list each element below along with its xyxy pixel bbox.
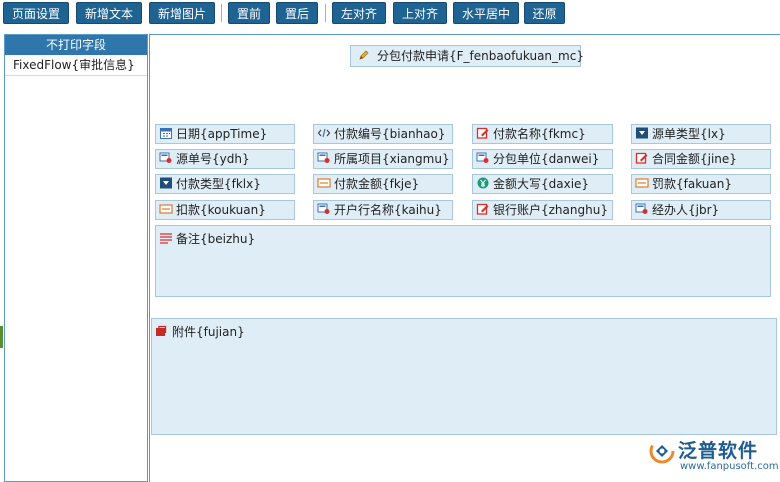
lookup-icon <box>476 152 489 163</box>
field-label: 银行账户{zhanghu} <box>493 203 608 217</box>
field-label: 备注{beizhu} <box>176 232 256 246</box>
align-left-button[interactable]: 左对齐 <box>332 2 386 24</box>
logo-name: 泛普软件 <box>678 440 759 462</box>
field-label: 日期{appTime} <box>176 127 268 141</box>
field-label: 付款名称{fkmc} <box>493 127 586 141</box>
field-xiangmu[interactable]: 所属项目{xiangmu} <box>313 149 453 169</box>
field-label: 金额大写{daxie} <box>493 177 590 191</box>
non-print-fields-panel: 不打印字段 FixedFlow{审批信息} <box>4 34 148 482</box>
field-label: 源单类型{lx} <box>652 127 726 141</box>
field-jine[interactable]: 合同金额{jine} <box>631 149 771 169</box>
company-logo: 泛普软件 www.fanpusoft.com <box>648 434 779 474</box>
attachment-icon <box>156 325 167 336</box>
field-daxie[interactable]: 金额大写{daxie} <box>472 174 613 194</box>
toolbar-separator <box>221 4 222 22</box>
field-ydh[interactable]: 源单号{ydh} <box>155 149 295 169</box>
logo-url: www.fanpusoft.com <box>680 461 779 472</box>
non-print-fields-header: 不打印字段 <box>5 35 147 55</box>
dropdown-icon <box>636 127 648 139</box>
field-beizhu[interactable]: 备注{beizhu} <box>155 225 771 297</box>
field-label: 付款金额{fkje} <box>334 177 420 191</box>
lookup-icon <box>317 152 330 163</box>
send-back-button[interactable]: 置后 <box>276 2 318 24</box>
field-zhanghu[interactable]: 银行账户{zhanghu} <box>472 200 613 220</box>
field-label: 付款类型{fklx} <box>176 177 261 191</box>
pencil-icon <box>359 50 369 60</box>
drag-handle[interactable] <box>0 326 3 348</box>
align-top-button[interactable]: 上对齐 <box>393 2 447 24</box>
lookup-icon <box>317 203 330 214</box>
field-label: 合同金额{jine} <box>652 152 737 166</box>
dropdown-icon <box>160 177 172 189</box>
currency-icon <box>477 177 489 189</box>
field-fujian[interactable]: 附件{fujian} <box>151 318 777 435</box>
field-fakuan[interactable]: 罚款{fakuan} <box>631 174 771 194</box>
field-kaihu[interactable]: 开户行名称{kaihu} <box>313 200 453 220</box>
field-apptime[interactable]: 日期{appTime} <box>155 124 295 144</box>
textbox-icon <box>317 178 331 188</box>
edit-icon <box>476 127 489 139</box>
non-print-field-item[interactable]: FixedFlow{审批信息} <box>5 55 147 76</box>
page-setup-button[interactable]: 页面设置 <box>3 2 69 24</box>
edit-icon <box>476 203 489 215</box>
add-image-button[interactable]: 新增图片 <box>149 2 215 24</box>
textarea-icon <box>160 233 172 244</box>
field-label: 附件{fujian} <box>172 325 245 339</box>
field-label: 源单号{ydh} <box>176 152 250 166</box>
textbox-icon <box>635 178 649 188</box>
field-label: 分包单位{danwei} <box>493 152 600 166</box>
field-danwei[interactable]: 分包单位{danwei} <box>472 149 613 169</box>
textbox-icon <box>159 204 173 214</box>
field-koukuan[interactable]: 扣款{koukuan} <box>155 200 295 220</box>
title-field[interactable]: 分包付款申请{F_fenbaofukuan_mc} <box>350 45 584 67</box>
edit-icon <box>635 152 648 164</box>
field-fkje[interactable]: 付款金额{fkje} <box>313 174 453 194</box>
field-label: 罚款{fakuan} <box>652 177 732 191</box>
center-horizontal-button[interactable]: 水平居中 <box>453 2 519 24</box>
code-icon <box>317 128 331 138</box>
add-text-button[interactable]: 新增文本 <box>76 2 142 24</box>
field-label: 扣款{koukuan} <box>176 203 266 217</box>
restore-button[interactable]: 还原 <box>524 2 565 24</box>
title-field-label: 分包付款申请{F_fenbaofukuan_mc} <box>377 49 584 63</box>
field-label: 经办人{jbr} <box>652 203 720 217</box>
field-label: 开户行名称{kaihu} <box>334 203 442 217</box>
field-lx[interactable]: 源单类型{lx} <box>631 124 771 144</box>
field-fkmc[interactable]: 付款名称{fkmc} <box>472 124 613 144</box>
toolbar: 页面设置 新增文本 新增图片 置前 置后 左对齐 上对齐 水平居中 还原 <box>0 0 780 27</box>
lookup-icon <box>635 203 648 214</box>
calendar-icon <box>160 128 172 139</box>
toolbar-separator <box>325 4 326 22</box>
field-jbr[interactable]: 经办人{jbr} <box>631 200 771 220</box>
field-label: 所属项目{xiangmu} <box>334 152 450 166</box>
field-bianhao[interactable]: 付款编号{bianhao} <box>313 124 453 144</box>
bring-front-button[interactable]: 置前 <box>228 2 270 24</box>
logo-mark-icon <box>649 438 675 464</box>
lookup-icon <box>159 152 172 163</box>
field-fklx[interactable]: 付款类型{fklx} <box>155 174 295 194</box>
field-label: 付款编号{bianhao} <box>334 127 446 141</box>
